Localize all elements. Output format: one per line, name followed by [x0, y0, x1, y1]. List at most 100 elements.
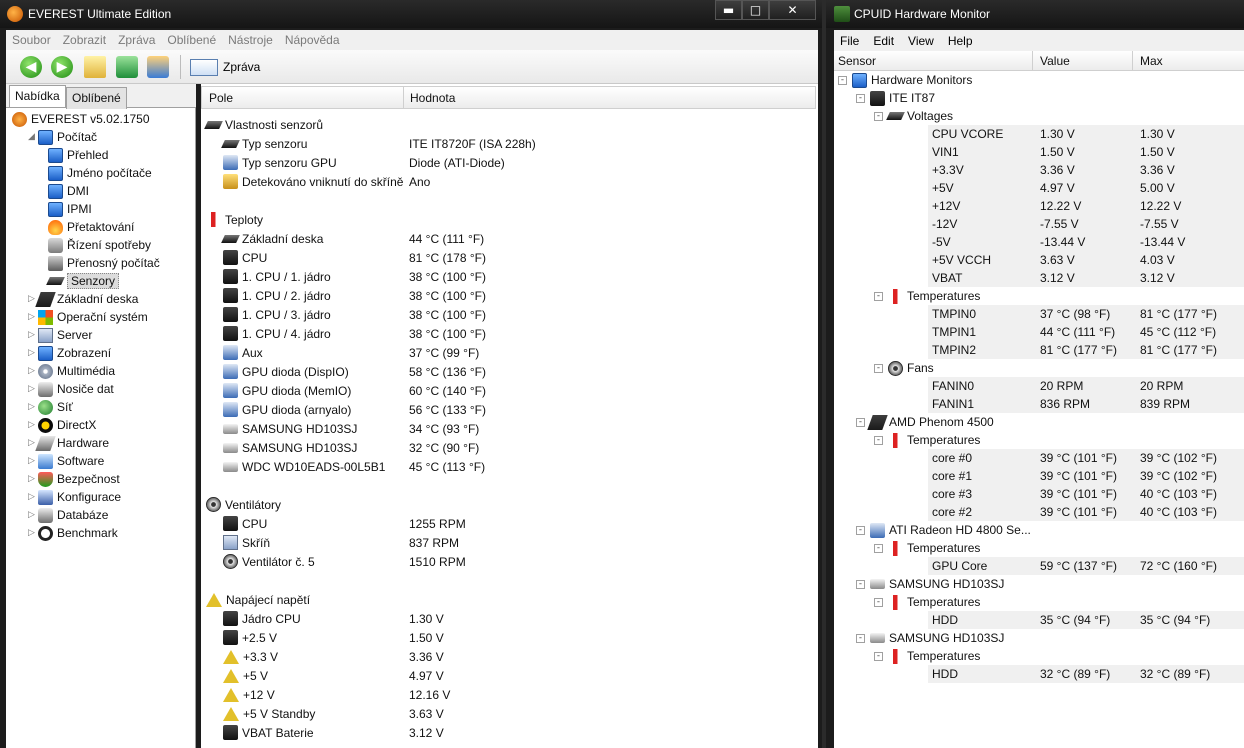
tree-item[interactable]: ▷ Server — [28, 326, 92, 344]
menu-zobrazit[interactable]: Zobrazit — [63, 33, 106, 47]
root-node[interactable]: - Hardware Monitors — [838, 71, 972, 89]
report-row[interactable]: +3.3 V — [223, 647, 278, 666]
menu-nastroje[interactable]: Nástroje — [228, 33, 273, 47]
hwmonitor-titlebar[interactable]: CPUID Hardware Monitor — [826, 0, 1244, 28]
collapse-toggle-icon[interactable]: - — [856, 525, 865, 535]
report-row[interactable]: CPU — [223, 248, 267, 267]
group-node[interactable]: - Temperatures — [874, 287, 980, 305]
expand-arrow-icon[interactable]: ▷ — [28, 312, 38, 322]
device-node[interactable]: - AMD Phenom 4500 — [856, 413, 994, 431]
report-row[interactable]: 1. CPU / 4. jádro — [223, 324, 331, 343]
report-row[interactable]: Základní deska — [221, 229, 323, 248]
menu-view[interactable]: View — [908, 34, 934, 48]
expand-arrow-icon[interactable]: ▷ — [28, 528, 38, 538]
everest-titlebar[interactable]: EVEREST Ultimate Edition ▬ □ ✕ — [0, 0, 822, 28]
column-header-hodnota[interactable]: Hodnota — [410, 91, 455, 105]
expand-arrow-icon[interactable]: ▷ — [28, 420, 38, 430]
sensor-row[interactable] — [928, 179, 1244, 197]
sensor-row[interactable] — [928, 377, 1244, 395]
report-row[interactable]: GPU dioda (DispIO) — [223, 362, 349, 381]
tree-item[interactable]: ▷ Konfigurace — [28, 488, 121, 506]
up-folder-button[interactable] — [84, 56, 106, 78]
report-row[interactable]: 1. CPU / 1. jádro — [223, 267, 331, 286]
report-row[interactable]: Jádro CPU — [223, 609, 301, 628]
expand-arrow-icon[interactable]: ▷ — [28, 366, 38, 376]
collapse-toggle-icon[interactable]: - — [838, 75, 847, 85]
tree-item[interactable]: Přenosný počítač — [46, 254, 160, 272]
tree-item[interactable]: Jméno počítače — [46, 164, 152, 182]
device-node[interactable]: - ATI Radeon HD 4800 Se... — [856, 521, 1031, 539]
tree-item[interactable]: EVEREST v5.02.1750 — [10, 110, 150, 128]
column-separator[interactable] — [1132, 51, 1133, 71]
tree-item[interactable]: IPMI — [46, 200, 92, 218]
report-row[interactable]: +2.5 V — [223, 628, 277, 647]
collapse-toggle-icon[interactable]: - — [856, 93, 865, 103]
tree-item[interactable]: ▷ DirectX — [28, 416, 96, 434]
tree-item[interactable]: ◢ Počítač — [28, 128, 97, 146]
tree-item[interactable]: ▷ Databáze — [28, 506, 108, 524]
tab-nabidka[interactable]: Nabídka — [9, 85, 66, 107]
menu-oblibene[interactable]: Oblíbené — [167, 33, 216, 47]
menu-napoveda[interactable]: Nápověda — [285, 33, 340, 47]
report-row[interactable]: Detekováno vniknutí do skříně — [223, 172, 403, 191]
report-row[interactable]: Skříň — [223, 533, 270, 552]
expand-arrow-icon[interactable]: ▷ — [28, 402, 38, 412]
report-row[interactable]: GPU dioda (MemIO) — [223, 381, 351, 400]
collapse-toggle-icon[interactable]: - — [856, 633, 865, 643]
collapse-toggle-icon[interactable]: - — [856, 417, 865, 427]
report-row[interactable]: VBAT Baterie — [223, 723, 314, 742]
expand-arrow-icon[interactable]: ▷ — [28, 348, 38, 358]
group-node[interactable]: - Temperatures — [874, 647, 980, 665]
expand-arrow-icon[interactable]: ▷ — [28, 330, 38, 340]
group-node[interactable]: - Temperatures — [874, 539, 980, 557]
menu-soubor[interactable]: Soubor — [12, 33, 51, 47]
collapse-toggle-icon[interactable]: - — [874, 597, 883, 607]
collapse-toggle-icon[interactable]: - — [874, 543, 883, 553]
forward-button[interactable]: ▶ — [51, 56, 73, 78]
tree-item[interactable]: Řízení spotřeby — [46, 236, 151, 254]
collapse-toggle-icon[interactable]: - — [874, 363, 883, 373]
tree-item[interactable]: Přetaktování — [46, 218, 134, 236]
tree-item[interactable]: Přehled — [46, 146, 108, 164]
column-header-value[interactable]: Value — [1040, 54, 1070, 68]
menu-zprava[interactable]: Zpráva — [118, 33, 155, 47]
sensor-row[interactable] — [928, 143, 1244, 161]
report-row[interactable]: +5 V — [223, 666, 268, 685]
expand-arrow-icon[interactable]: ▷ — [28, 510, 38, 520]
sensor-row[interactable] — [928, 269, 1244, 287]
column-separator[interactable] — [1032, 51, 1033, 71]
report-row[interactable]: GPU dioda (arnyalo) — [223, 400, 351, 419]
collapse-toggle-icon[interactable]: - — [874, 291, 883, 301]
report-row[interactable]: Typ senzoru GPU — [223, 153, 337, 172]
report-row[interactable]: Aux — [223, 343, 263, 362]
tree-item[interactable]: DMI — [46, 182, 89, 200]
collapse-arrow-icon[interactable]: ◢ — [28, 132, 38, 142]
report-row[interactable]: WDC WD10EADS-00L5B1 — [223, 457, 385, 476]
tree-item[interactable]: Senzory — [46, 272, 120, 290]
menu-help[interactable]: Help — [948, 34, 973, 48]
expand-arrow-icon[interactable]: ▷ — [28, 456, 38, 466]
menu-edit[interactable]: Edit — [873, 34, 894, 48]
column-separator[interactable] — [403, 87, 404, 109]
expand-arrow-icon[interactable]: ▷ — [28, 492, 38, 502]
tree-item[interactable]: ▷ Hardware — [28, 434, 109, 452]
report-row[interactable]: Ventilátor č. 5 — [223, 552, 315, 571]
tree-item[interactable]: ▷ Multimédia — [28, 362, 115, 380]
tree-item[interactable]: ▷ Software — [28, 452, 104, 470]
report-row[interactable]: SAMSUNG HD103SJ — [223, 438, 357, 457]
expand-arrow-icon[interactable]: ▷ — [28, 384, 38, 394]
collapse-toggle-icon[interactable]: - — [874, 651, 883, 661]
maximize-button[interactable]: □ — [742, 0, 769, 20]
sensor-row[interactable] — [928, 197, 1244, 215]
group-node[interactable]: - Fans — [874, 359, 934, 377]
device-node[interactable]: - SAMSUNG HD103SJ — [856, 575, 1004, 593]
sensor-row[interactable] — [928, 215, 1244, 233]
column-header-sensor[interactable]: Sensor — [838, 54, 876, 68]
device-node[interactable]: - SAMSUNG HD103SJ — [856, 629, 1004, 647]
tree-item[interactable]: ▷ Zobrazení — [28, 344, 111, 362]
tree-item[interactable]: ▷ Bezpečnost — [28, 470, 120, 488]
tab-oblibene[interactable]: Oblíbené — [66, 87, 127, 109]
tree-item[interactable]: ▷ Základní deska — [28, 290, 138, 308]
tree-item[interactable]: ▷ Operační systém — [28, 308, 148, 326]
group-node[interactable]: - Temperatures — [874, 593, 980, 611]
